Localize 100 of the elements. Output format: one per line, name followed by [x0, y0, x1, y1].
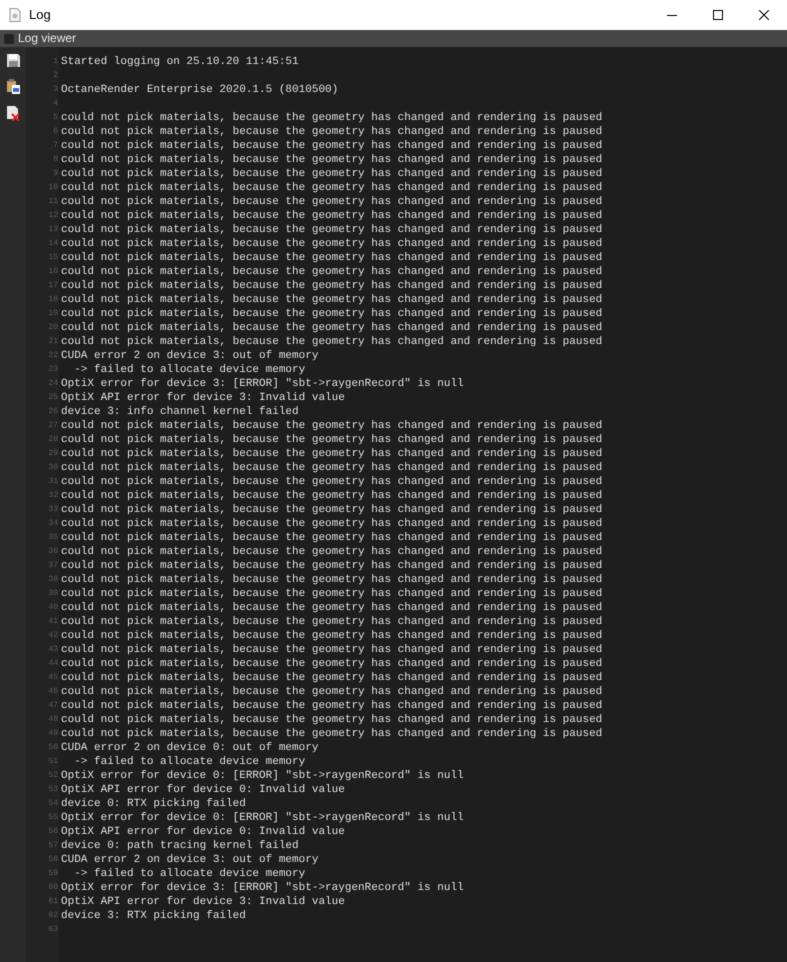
line-number: 14	[48, 238, 58, 250]
line-number: 46	[48, 686, 58, 698]
log-line: device 0: RTX picking failed	[61, 797, 247, 811]
line-number: 23	[48, 364, 58, 376]
log-line: could not pick materials, because the geometry has changed and rendering is paused	[61, 223, 604, 237]
log-line: could not pick materials, because the geometry has changed and rendering is paused	[61, 531, 604, 545]
log-line: -> failed to allocate device memory	[73, 363, 306, 377]
line-number: 21	[48, 336, 58, 348]
clear-document-icon[interactable]	[6, 106, 20, 121]
line-number: 49	[48, 728, 58, 740]
line-number: 5	[53, 112, 58, 124]
line-number: 29	[48, 448, 58, 460]
line-number: 52	[48, 770, 58, 782]
line-number: 56	[48, 826, 58, 838]
line-number: 27	[48, 420, 58, 432]
close-icon	[759, 10, 769, 20]
line-number: 33	[48, 504, 58, 516]
paste-icon[interactable]	[6, 79, 20, 94]
line-number: 59	[48, 868, 58, 880]
log-line: could not pick materials, because the geometry has changed and rendering is paused	[61, 657, 604, 671]
log-line: could not pick materials, because the geometry has changed and rendering is paused	[61, 475, 604, 489]
log-line: OptiX API error for device 0: Invalid value	[61, 825, 346, 839]
line-number: 25	[48, 392, 58, 404]
line-number: 41	[48, 616, 58, 628]
line-number: 10	[48, 182, 58, 194]
log-line: could not pick materials, because the geometry has changed and rendering is paused	[61, 489, 604, 503]
line-number: 28	[48, 434, 58, 446]
log-line: could not pick materials, because the geometry has changed and rendering is paused	[61, 237, 604, 251]
line-number: 50	[48, 742, 58, 754]
log-line: could not pick materials, because the geometry has changed and rendering is paused	[61, 545, 604, 559]
line-number: 57	[48, 840, 58, 852]
log-line: could not pick materials, because the geometry has changed and rendering is paused	[61, 167, 604, 181]
log-line: could not pick materials, because the geometry has changed and rendering is paused	[61, 615, 604, 629]
log-line: OptiX API error for device 3: Invalid value	[61, 391, 346, 405]
log-line: device 3: info channel kernel failed	[61, 405, 300, 419]
log-line: could not pick materials, because the geometry has changed and rendering is paused	[61, 643, 604, 657]
line-number: 13	[48, 224, 58, 236]
log-line: device 0: path tracing kernel failed	[61, 839, 300, 853]
line-number: 17	[48, 280, 58, 292]
log-line: could not pick materials, because the geometry has changed and rendering is paused	[61, 573, 604, 587]
line-number: 3	[53, 84, 58, 96]
line-number: 55	[48, 812, 58, 824]
line-number: 22	[48, 350, 58, 362]
line-number: 31	[48, 476, 58, 488]
log-line: could not pick materials, because the geometry has changed and rendering is paused	[61, 671, 604, 685]
minimize-icon	[667, 14, 677, 16]
save-icon[interactable]	[6, 54, 20, 67]
line-number: 42	[48, 630, 58, 642]
line-number: 45	[48, 672, 58, 684]
log-line: OctaneRender Enterprise 2020.1.5 (8010500)	[61, 83, 340, 97]
line-number: 44	[48, 658, 58, 670]
log-line: could not pick materials, because the geometry has changed and rendering is paused	[61, 503, 604, 517]
log-line: could not pick materials, because the geometry has changed and rendering is paused	[61, 195, 604, 209]
log-line: could not pick materials, because the geometry has changed and rendering is paused	[61, 433, 604, 447]
line-number: 6	[53, 126, 58, 138]
line-number: 37	[48, 560, 58, 572]
log-line: device 3: RTX picking failed	[61, 909, 247, 923]
log-line: could not pick materials, because the geometry has changed and rendering is paused	[61, 153, 604, 167]
line-number: 26	[48, 406, 58, 418]
line-number: 54	[48, 798, 58, 810]
log-line: OptiX API error for device 0: Invalid value	[61, 783, 346, 797]
line-number: 32	[48, 490, 58, 502]
line-number: 4	[53, 98, 58, 110]
line-number: 62	[48, 910, 58, 922]
log-line: could not pick materials, because the geometry has changed and rendering is paused	[61, 251, 604, 265]
log-line: could not pick materials, because the geometry has changed and rendering is paused	[61, 601, 604, 615]
log-line: could not pick materials, because the geometry has changed and rendering is paused	[61, 125, 604, 139]
line-number: 36	[48, 546, 58, 558]
log-line: CUDA error 2 on device 3: out of memory	[61, 853, 320, 867]
line-number: 63	[48, 924, 58, 936]
line-number: 30	[48, 462, 58, 474]
log-line: could not pick materials, because the geometry has changed and rendering is paused	[61, 517, 604, 531]
line-number: 8	[53, 154, 58, 166]
log-line: could not pick materials, because the geometry has changed and rendering is paused	[61, 111, 604, 125]
log-line: could not pick materials, because the geometry has changed and rendering is paused	[61, 293, 604, 307]
line-number: 47	[48, 700, 58, 712]
log-line: could not pick materials, because the geometry has changed and rendering is paused	[61, 139, 604, 153]
line-number: 15	[48, 252, 58, 264]
log-line: could not pick materials, because the geometry has changed and rendering is paused	[61, 559, 604, 573]
line-number: 24	[48, 378, 58, 390]
line-number: 2	[53, 70, 58, 82]
log-line: could not pick materials, because the geometry has changed and rendering is paused	[61, 685, 604, 699]
log-line: could not pick materials, because the geometry has changed and rendering is paused	[61, 461, 604, 475]
log-line: could not pick materials, because the geometry has changed and rendering is paused	[61, 279, 604, 293]
log-line: OptiX error for device 0: [ERROR] "sbt->raygenRecord" is null	[61, 769, 465, 783]
line-number: 1	[53, 56, 58, 68]
log-line: could not pick materials, because the geometry has changed and rendering is paused	[61, 321, 604, 335]
line-number: 16	[48, 266, 58, 278]
log-line: could not pick materials, because the geometry has changed and rendering is paused	[61, 265, 604, 279]
line-number: 58	[48, 854, 58, 866]
log-line: OptiX error for device 3: [ERROR] "sbt->raygenRecord" is null	[61, 377, 465, 391]
line-number: 61	[48, 896, 58, 908]
log-line: -> failed to allocate device memory	[73, 755, 306, 769]
line-number: 60	[48, 882, 58, 894]
log-line: could not pick materials, because the geometry has changed and rendering is paused	[61, 447, 604, 461]
document-icon	[9, 8, 21, 22]
log-line: could not pick materials, because the geometry has changed and rendering is paused	[61, 727, 604, 741]
log-line: OptiX error for device 3: [ERROR] "sbt->raygenRecord" is null	[61, 881, 465, 895]
log-line: could not pick materials, because the geometry has changed and rendering is paused	[61, 209, 604, 223]
line-number: 48	[48, 714, 58, 726]
